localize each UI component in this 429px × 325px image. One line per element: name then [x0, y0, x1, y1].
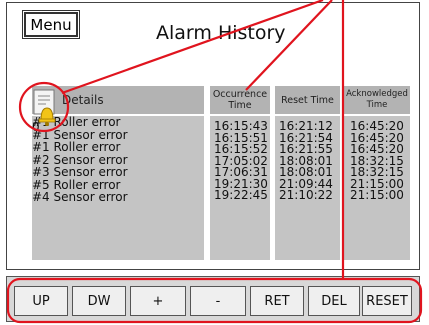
del-button[interactable]: DEL — [308, 286, 360, 316]
ret-button[interactable]: RET — [250, 286, 304, 316]
details-list: #1 Roller error #1 Sensor error #1 Rolle… — [32, 116, 202, 204]
reset-button[interactable]: RESET — [362, 286, 412, 316]
details-header: Details — [32, 86, 204, 114]
occurrence-header: Occurrence Time — [210, 86, 270, 114]
plus-button[interactable]: + — [130, 286, 186, 316]
occurrence-cell: 19:22:45 — [214, 188, 268, 202]
page-title: Alarm History — [156, 22, 286, 44]
reset-cell: 21:10:22 — [279, 188, 333, 202]
up-button[interactable]: UP — [14, 286, 68, 316]
reset-header: Reset Time — [275, 86, 340, 114]
list-item[interactable]: #1 Roller error — [32, 141, 202, 154]
minus-button[interactable]: - — [190, 286, 246, 316]
menu-button[interactable]: Menu — [22, 10, 80, 39]
list-item[interactable]: #1 Roller error — [32, 116, 202, 129]
list-item[interactable]: #4 Sensor error — [32, 191, 202, 204]
acknowledged-cell: 21:15:00 — [350, 188, 404, 202]
list-item[interactable]: #3 Sensor error — [32, 166, 202, 179]
down-button[interactable]: DW — [72, 286, 126, 316]
occurrence-list: 16:15:43 16:15:51 16:15:52 17:05:02 17:0… — [214, 120, 268, 202]
acknowledged-header: Acknowledged Time — [344, 86, 410, 114]
reset-list: 16:21:12 16:21:54 16:21:55 18:08:01 18:0… — [279, 120, 333, 202]
acknowledged-list: 16:45:20 16:45:20 16:45:20 18:32:15 18:3… — [350, 120, 404, 202]
